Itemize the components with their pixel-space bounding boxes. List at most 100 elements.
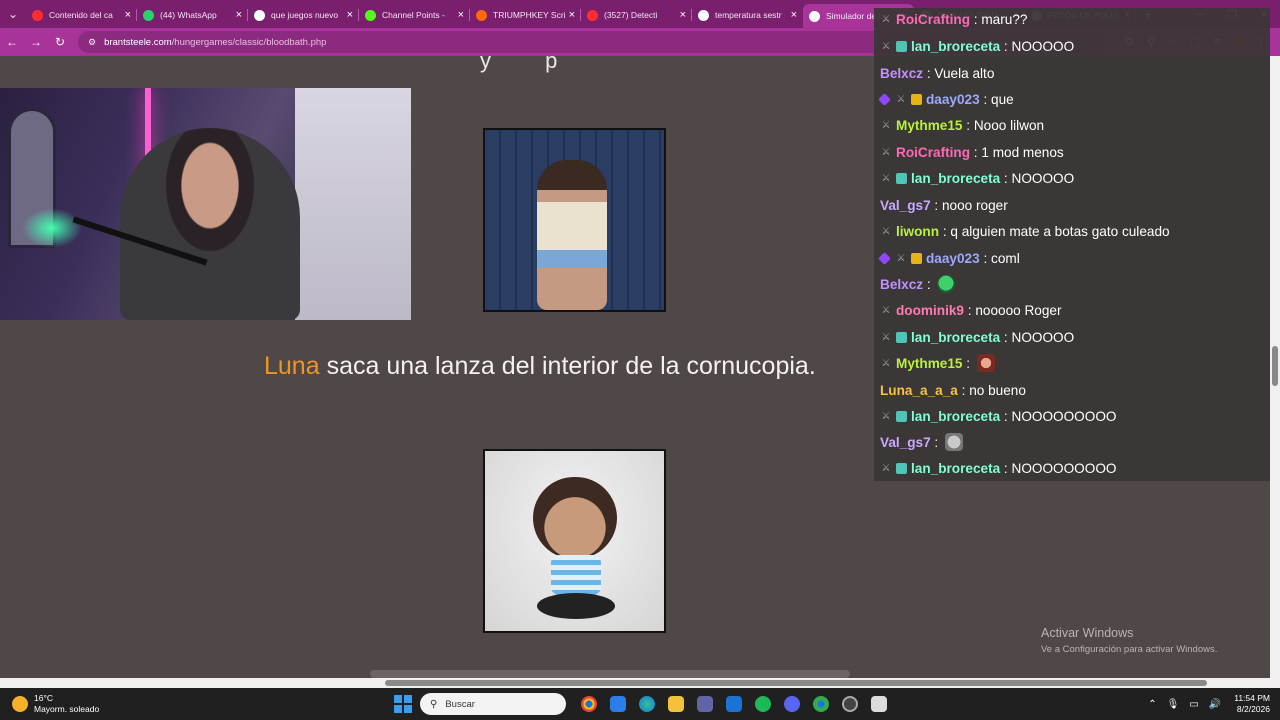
tab-close-icon[interactable]: × xyxy=(125,9,131,21)
browser-tab[interactable]: temperatura sestr × xyxy=(692,4,803,26)
tab-close-icon[interactable]: × xyxy=(236,9,242,21)
chat-username[interactable]: lan_broreceta xyxy=(911,171,1000,186)
tab-search-icon[interactable]: ⌄ xyxy=(0,0,26,28)
teams-icon[interactable] xyxy=(690,690,719,718)
chat-username[interactable]: lan_broreceta xyxy=(911,461,1000,476)
tab-label: Channel Points - xyxy=(382,10,445,20)
site-info-icon[interactable]: ⚙ xyxy=(88,37,96,48)
chat-username[interactable]: RoiCrafting xyxy=(896,12,970,27)
chat-username[interactable]: daay023 xyxy=(926,92,980,107)
tab-label: (44) WhatsApp xyxy=(160,10,217,20)
mod-badge-icon: ⚔ xyxy=(896,252,906,264)
mail-icon[interactable] xyxy=(719,690,748,718)
chat-username[interactable]: Val_gs7 xyxy=(880,435,931,450)
chat-username[interactable]: RoiCrafting xyxy=(896,145,970,160)
chat-text: q alguien mate a botas gato culeado xyxy=(950,223,1170,239)
chat-text: Vuela alto xyxy=(934,65,995,81)
clock-time: 11:54 PM xyxy=(1234,693,1270,703)
browser-tab[interactable]: Contenido del ca × xyxy=(26,4,137,26)
tab-close-icon[interactable]: × xyxy=(458,9,464,21)
chat-message: Belxcz : xyxy=(880,273,956,295)
spotify-icon[interactable] xyxy=(748,690,777,718)
tab-label: que juegos nuevo xyxy=(271,10,339,20)
chat-emote-icon xyxy=(976,354,995,372)
chat-username[interactable]: Luna_a_a_a xyxy=(880,383,958,398)
browser-tab[interactable]: Channel Points - × xyxy=(359,4,470,26)
back-icon[interactable]: ← xyxy=(0,35,24,49)
chat-username[interactable]: daay023 xyxy=(926,251,980,266)
reload-icon[interactable]: ↻ xyxy=(48,35,72,49)
tab-favicon-icon xyxy=(587,9,598,21)
file-explorer-icon[interactable] xyxy=(661,690,690,718)
mod-badge-icon: ⚔ xyxy=(881,462,891,474)
tab-close-icon[interactable]: × xyxy=(680,9,686,21)
weather-temp: 16°C xyxy=(34,693,53,703)
network-icon[interactable]: ▭ xyxy=(1189,699,1198,710)
chrome-profile-icon[interactable] xyxy=(806,690,835,718)
chat-username[interactable]: doominik9 xyxy=(896,303,964,318)
store-icon[interactable] xyxy=(603,690,632,718)
tab-favicon-icon xyxy=(809,10,820,22)
browser-tab[interactable]: (3527) Detecti × xyxy=(581,4,692,26)
activation-subtitle: Ve a Configuración para activar Windows. xyxy=(1041,644,1218,655)
taskbar-search[interactable]: ⚲ Buscar xyxy=(420,693,566,715)
chat-text: nooooo Roger xyxy=(975,302,1062,318)
tab-label: TRIUMPHKEY Scri xyxy=(493,10,565,20)
start-icon[interactable] xyxy=(394,695,412,713)
microphone-icon[interactable]: 🎙 xyxy=(1167,699,1180,710)
vertical-scroll-thumb[interactable] xyxy=(1272,346,1278,386)
chevron-up-icon[interactable]: ⌃ xyxy=(1148,699,1156,710)
mod-badge-icon: ⚔ xyxy=(881,357,891,369)
chat-username[interactable]: lan_broreceta xyxy=(911,409,1000,424)
discord-icon[interactable] xyxy=(777,690,806,718)
chat-message: Belxcz : Vuela alto xyxy=(880,65,995,81)
edge-icon[interactable] xyxy=(632,690,661,718)
chat-username[interactable]: Mythme15 xyxy=(896,118,962,133)
settings-icon[interactable] xyxy=(835,690,864,718)
clock[interactable]: 11:54 PM 8/2/2026 xyxy=(1234,693,1270,715)
tab-favicon-icon xyxy=(143,9,154,21)
volume-icon[interactable]: 🔊 xyxy=(1209,699,1221,710)
chat-emote-icon xyxy=(944,433,963,451)
tab-favicon-icon xyxy=(698,9,709,21)
mod-badge-icon: ⚔ xyxy=(881,172,891,184)
windows-activation-notice: Activar Windows Ve a Configuración para … xyxy=(1041,626,1217,655)
chat-username[interactable]: liwonn xyxy=(896,224,939,239)
vertical-scrollbar[interactable] xyxy=(1270,56,1280,678)
chrome-icon[interactable] xyxy=(574,690,603,718)
weather-widget[interactable]: 16°C Mayorm. soleado xyxy=(12,693,99,715)
mod-badge-icon: ⚔ xyxy=(896,93,906,105)
chat-username[interactable]: Val_gs7 xyxy=(880,198,931,213)
tribute-portrait-2 xyxy=(483,449,666,633)
tab-favicon-icon xyxy=(476,9,487,21)
browser-tab[interactable]: (44) WhatsApp × xyxy=(137,4,248,26)
chat-text: NOOOOO xyxy=(1011,170,1075,186)
chat-text: NOOOOO xyxy=(1011,38,1075,54)
tab-close-icon[interactable]: × xyxy=(347,9,353,21)
chat-message: ⚔ Mythme15 : Nooo lilwon xyxy=(881,117,1045,133)
terminal-icon[interactable] xyxy=(864,690,893,718)
chat-message: ⚔ daay023 : coml xyxy=(878,247,1020,269)
crown-badge-icon xyxy=(911,93,922,105)
mod-badge-icon: ⚔ xyxy=(881,119,891,131)
browser-tab[interactable]: que juegos nuevo × xyxy=(248,4,359,26)
mod-badge-icon: ⚔ xyxy=(881,410,891,422)
tab-close-icon[interactable]: × xyxy=(569,9,575,21)
chat-username[interactable]: lan_broreceta xyxy=(911,330,1000,345)
chat-username[interactable]: lan_broreceta xyxy=(911,39,1000,54)
chat-message: ⚔ lan_broreceta : NOOOOOOOOO xyxy=(881,408,1117,424)
chat-message: ⚔ RoiCrafting : maru?? xyxy=(881,11,1028,27)
taskbar-apps: ⚲ Buscar xyxy=(394,688,893,720)
chat-username[interactable]: Mythme15 xyxy=(896,356,962,371)
chat-username[interactable]: Belxcz xyxy=(880,66,923,81)
tab-close-icon[interactable]: × xyxy=(791,9,797,21)
chat-message: ⚔ lan_broreceta : NOOOOO xyxy=(881,170,1075,186)
horizontal-scroll-thumb[interactable] xyxy=(385,680,1207,686)
webcam-overlay xyxy=(0,88,411,320)
chat-text: nooo roger xyxy=(941,197,1008,213)
taskbar: 16°C Mayorm. soleado ⚲ Buscar ⌃ 🎙 ▭ 🔊 11… xyxy=(0,688,1280,720)
forward-icon[interactable]: → xyxy=(24,35,48,49)
horizontal-scrollbar[interactable] xyxy=(0,678,1280,688)
chat-username[interactable]: Belxcz xyxy=(880,277,923,292)
browser-tab[interactable]: TRIUMPHKEY Scri × xyxy=(470,4,581,26)
